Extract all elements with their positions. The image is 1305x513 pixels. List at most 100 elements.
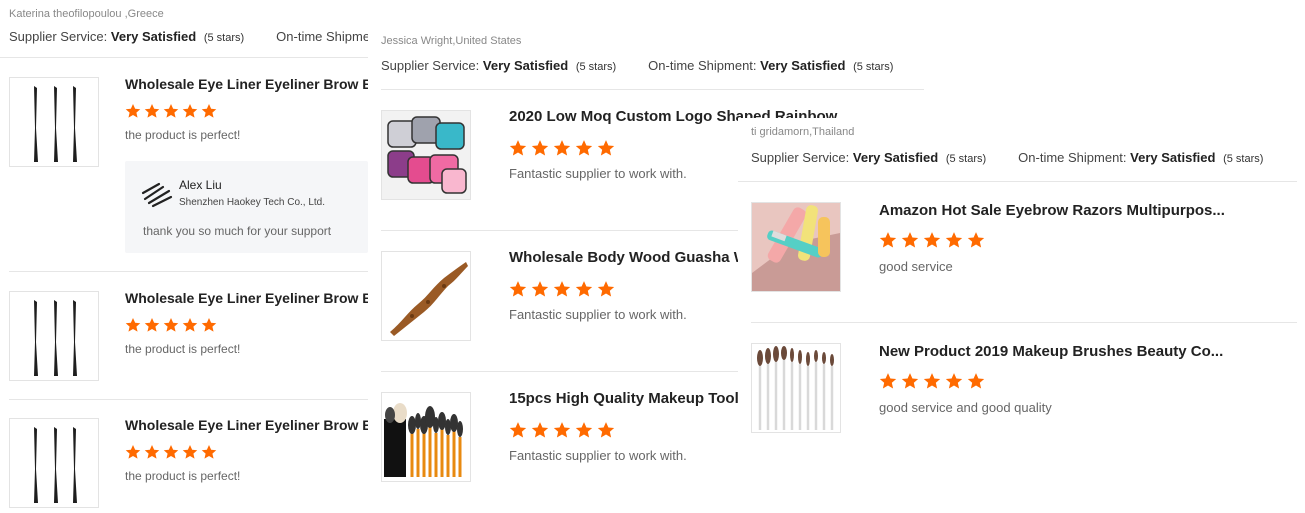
product-thumbnail[interactable] <box>751 202 841 292</box>
supplier-service-value: Very Satisfied <box>852 150 939 165</box>
star-rating <box>125 317 217 333</box>
reviewer-name: ti gridamorn,Thailand <box>751 126 855 138</box>
star-icon <box>144 103 160 119</box>
product-title[interactable]: Wholesale Body Wood Guasha Wood <box>509 249 741 266</box>
star-icon <box>967 372 985 390</box>
star-icon <box>901 231 919 249</box>
review-panel-ti: ti gridamorn,Thailand Supplier Service: … <box>738 118 1305 513</box>
divider <box>9 271 368 272</box>
star-icon <box>553 421 571 439</box>
star-rating <box>879 372 985 390</box>
divider <box>738 181 1297 182</box>
divider <box>9 399 368 400</box>
star-icon <box>967 231 985 249</box>
star-icon <box>531 280 549 298</box>
reviewer-name: Katerina theofilopoulou ,Greece <box>9 8 164 20</box>
product-title[interactable]: New Product 2019 Makeup Brushes Beauty C… <box>879 343 1224 360</box>
supplier-service-label: Supplier Service: <box>751 150 850 165</box>
product-thumbnail[interactable] <box>381 392 471 482</box>
rating-summary: Supplier Service: Very Satisfied (5 star… <box>381 58 924 73</box>
reply-text: thank you so much for your support <box>143 224 332 238</box>
star-icon <box>163 444 179 460</box>
product-thumbnail[interactable] <box>381 251 471 341</box>
divider <box>0 57 368 58</box>
review-comment: Fantastic supplier to work with. <box>509 166 687 181</box>
star-rating <box>509 421 615 439</box>
star-icon <box>575 139 593 157</box>
product-title[interactable]: Wholesale Eye Liner Eyeliner Brow Brush <box>125 290 368 306</box>
eyeliner-brushes-image <box>10 419 98 507</box>
star-icon <box>597 139 615 157</box>
white-makeup-brushes-image <box>752 344 840 432</box>
supplier-reply: Alex Liu Shenzhen Haokey Tech Co., Ltd. … <box>125 161 368 253</box>
supplier-service-stars: (5 stars) <box>945 153 987 165</box>
star-icon <box>923 372 941 390</box>
brush-set-avatar-icon <box>141 182 173 208</box>
shipment-label: On-time Shipment: <box>1018 150 1127 165</box>
divider <box>381 230 751 231</box>
star-icon <box>531 139 549 157</box>
product-thumbnail[interactable] <box>9 418 99 508</box>
star-icon <box>125 444 141 460</box>
star-icon <box>182 103 198 119</box>
star-icon <box>182 317 198 333</box>
product-thumbnail[interactable] <box>9 291 99 381</box>
product-thumbnail[interactable] <box>751 343 841 433</box>
product-thumbnail[interactable] <box>9 77 99 167</box>
product-thumbnail[interactable] <box>381 110 471 200</box>
review-comment: the product is perfect! <box>125 128 241 142</box>
star-icon <box>144 444 160 460</box>
star-icon <box>509 139 527 157</box>
star-icon <box>509 280 527 298</box>
star-icon <box>553 139 571 157</box>
supplier-service-stars: (5 stars) <box>203 32 245 44</box>
star-icon <box>201 444 217 460</box>
shipment-label: On-time Shipment: <box>648 58 757 73</box>
shipment-value: Very Satisfied <box>1130 150 1216 165</box>
supplier-service-value: Very Satisfied <box>110 29 197 44</box>
reviewer-name: Jessica Wright,United States <box>381 35 522 47</box>
product-title[interactable]: Wholesale Eye Liner Eyeliner Brow Brush <box>125 417 368 433</box>
review-comment: Fantastic supplier to work with. <box>509 307 687 322</box>
supplier-service-label: Supplier Service: <box>381 58 480 73</box>
star-rating <box>125 103 217 119</box>
star-icon <box>901 372 919 390</box>
star-icon <box>509 421 527 439</box>
review-comment: the product is perfect! <box>125 469 241 483</box>
review-comment: good service <box>879 259 953 274</box>
eyeliner-brushes-image <box>10 292 98 380</box>
star-icon <box>923 231 941 249</box>
star-icon <box>597 280 615 298</box>
review-comment: good service and good quality <box>879 400 1052 415</box>
star-icon <box>945 372 963 390</box>
star-icon <box>182 444 198 460</box>
star-icon <box>597 421 615 439</box>
divider <box>751 322 1297 323</box>
divider <box>381 89 924 90</box>
star-icon <box>879 372 897 390</box>
star-icon <box>575 421 593 439</box>
star-rating <box>879 231 985 249</box>
star-icon <box>125 103 141 119</box>
star-icon <box>201 103 217 119</box>
star-rating <box>125 444 217 460</box>
star-icon <box>125 317 141 333</box>
makeup-remover-pads-image <box>382 111 470 199</box>
reply-company: Shenzhen Haokey Tech Co., Ltd. <box>179 197 326 208</box>
star-icon <box>163 103 179 119</box>
star-icon <box>879 231 897 249</box>
supplier-service-value: Very Satisfied <box>482 58 569 73</box>
star-rating <box>509 139 615 157</box>
review-comment: Fantastic supplier to work with. <box>509 448 687 463</box>
eyeliner-brushes-image <box>10 78 98 166</box>
product-title[interactable]: Wholesale Eye Liner Eyeliner Brow Brush <box>125 76 368 92</box>
product-title[interactable]: Amazon Hot Sale Eyebrow Razors Multipurp… <box>879 202 1224 219</box>
star-icon <box>201 317 217 333</box>
product-title[interactable]: 15pcs High Quality Makeup Tools <box>509 390 741 407</box>
star-rating <box>509 280 615 298</box>
rating-summary: Supplier Service: Very Satisfied (5 star… <box>751 150 1295 165</box>
star-icon <box>531 421 549 439</box>
shipment-value: Very Satisfied <box>760 58 846 73</box>
shipment-stars: (5 stars) <box>1223 153 1264 165</box>
star-icon <box>575 280 593 298</box>
